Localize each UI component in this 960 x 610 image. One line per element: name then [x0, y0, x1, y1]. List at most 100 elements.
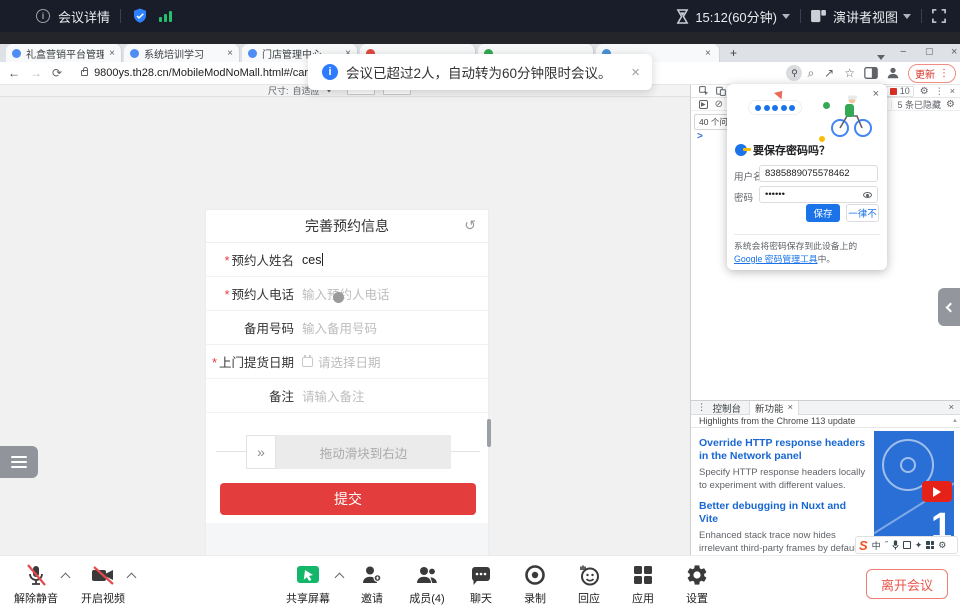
sogou-logo-icon[interactable]: S	[859, 539, 868, 552]
password-key-icon[interactable]: ⚲	[786, 65, 802, 81]
banner-close-icon[interactable]: ×	[631, 64, 640, 81]
form-row-date[interactable]: *上门提货日期 请选择日期	[206, 345, 488, 379]
meeting-notification-banner: i 会议已超过2人，自动转为60分钟限时会议。 ×	[308, 54, 652, 90]
username-input[interactable]: 8385889075578462	[759, 165, 878, 182]
password-input[interactable]: ••••••	[759, 186, 878, 203]
wn-body: Specify HTTP response headers locally to…	[699, 467, 867, 492]
ime-skin-icon[interactable]: ✦	[915, 540, 923, 551]
submit-button[interactable]: 提交	[220, 483, 476, 515]
zoom-icon[interactable]: ⌕	[807, 66, 814, 81]
wn-heading-link[interactable]: Override HTTP response headers in the Ne…	[699, 437, 867, 463]
tab-favicon	[248, 49, 257, 58]
issues-badge[interactable]: 10	[886, 86, 914, 97]
ime-mic-icon[interactable]	[892, 540, 899, 550]
form-row-backup[interactable]: 备用号码 输入备用号码	[206, 311, 488, 345]
whats-new-thumbnail[interactable]: 1	[874, 431, 954, 541]
show-password-eye-icon[interactable]	[863, 192, 872, 198]
console-play-icon[interactable]: ▶	[699, 100, 708, 109]
form-row-phone[interactable]: *预约人电话 输入预约人电话	[206, 277, 488, 311]
view-mode-label[interactable]: 演讲者视图	[833, 7, 898, 26]
leave-meeting-button[interactable]: 离开会议	[866, 569, 948, 599]
slider-handle[interactable]: »	[246, 435, 276, 469]
security-shield-icon[interactable]	[131, 7, 149, 25]
whats-new-panel: ⋮ 控制台 新功能 × × Highlights from the Chrome…	[691, 400, 960, 555]
console-settings-icon[interactable]: ⚙	[946, 99, 955, 110]
devtools-menu-icon[interactable]: ⋮	[935, 86, 944, 97]
window-close-button[interactable]: ×	[951, 46, 957, 58]
view-layout-icon	[811, 10, 826, 23]
password-manager-link[interactable]: Google 密码管理工具	[734, 254, 818, 264]
browser-tab[interactable]: 礼盒营销平台管理中心 ×	[6, 44, 122, 62]
tab-whats-new[interactable]: 新功能 ×	[749, 401, 799, 415]
banner-text: 会议已超过2人，自动转为60分钟限时会议。	[346, 62, 612, 82]
ime-lang-button[interactable]: 中	[872, 539, 881, 552]
date-input[interactable]: 请选择日期	[302, 352, 381, 371]
ime-keyboard-icon[interactable]	[903, 541, 911, 549]
window-maximize-button[interactable]: ▢	[925, 46, 934, 57]
slider-hint: 拖动滑块到右边	[276, 435, 451, 469]
devtools-close-icon[interactable]: ×	[950, 86, 955, 96]
tab-favicon	[12, 49, 21, 58]
tab-close-icon[interactable]: ×	[705, 48, 711, 59]
browser-tab[interactable]: 系统培训学习 ×	[124, 44, 240, 62]
side-panel-icon[interactable]	[864, 67, 878, 79]
google-key-icon	[735, 144, 747, 156]
device-toggle-icon[interactable]	[716, 86, 726, 96]
chevron-left-icon	[946, 302, 956, 312]
view-caret-icon[interactable]	[903, 14, 911, 19]
wn-heading-link[interactable]: Better debugging in Nuxt and Vite	[699, 500, 867, 526]
backup-input[interactable]: 输入备用号码	[302, 318, 377, 337]
fullscreen-icon[interactable]	[932, 9, 946, 23]
page-scrollbar-thumb[interactable]	[487, 419, 491, 447]
phone-input[interactable]: 输入预约人电话	[302, 284, 390, 303]
form-row-remark[interactable]: 备注 请输入备注	[206, 379, 488, 413]
wn-body: Enhanced stack trace now hides irrelevan…	[699, 530, 867, 555]
share-icon[interactable]: ↗	[824, 66, 834, 80]
console-prompt[interactable]: >	[697, 131, 703, 142]
inspect-icon[interactable]	[699, 86, 709, 96]
profile-avatar-icon[interactable]	[886, 66, 900, 80]
dialog-close-icon[interactable]: ×	[873, 88, 879, 100]
never-save-button[interactable]: 一律不	[846, 204, 879, 222]
reload-icon[interactable]: ⟳	[52, 66, 62, 80]
window-minimize-button[interactable]: −	[900, 46, 906, 58]
scroll-up-icon[interactable]: ▲	[952, 418, 958, 424]
dialog-footer-text: 系统会将密码保存到此设备上的 Google 密码管理工具中。	[734, 234, 880, 266]
dialog-title: 要保存密码吗？	[753, 142, 830, 158]
new-tab-button[interactable]: +	[730, 46, 737, 60]
save-password-button[interactable]: 保存	[806, 204, 840, 222]
decor-triangle	[774, 88, 786, 100]
meeting-details-button[interactable]: i 会议详情	[36, 7, 110, 26]
console-clear-icon[interactable]: ⊘	[715, 99, 723, 110]
annotation-toolbar-handle[interactable]	[0, 446, 38, 478]
settings-button[interactable]: 设置	[665, 562, 729, 606]
ime-toolbox-icon[interactable]	[926, 541, 934, 549]
bookmark-star-icon[interactable]: ☆	[844, 66, 855, 80]
ime-punct-icon[interactable]: ˝	[885, 540, 888, 550]
share-screen-icon	[295, 563, 321, 587]
tab-console[interactable]: 控制台	[713, 401, 742, 415]
undo-icon[interactable]: ↺	[464, 217, 476, 234]
youtube-play-icon[interactable]	[922, 481, 952, 502]
remark-input[interactable]: 请输入备注	[302, 386, 365, 405]
tab-close-icon[interactable]: ×	[227, 48, 233, 59]
tab-close-icon[interactable]: ×	[788, 402, 794, 413]
panel-menu-icon[interactable]: ⋮	[697, 402, 707, 413]
name-input[interactable]: ces	[302, 253, 323, 267]
dialog-title-row: 要保存密码吗？	[735, 142, 830, 158]
panel-close-icon[interactable]: ×	[948, 402, 954, 413]
ime-settings-icon[interactable]: ⚙	[938, 540, 946, 551]
unmute-button[interactable]: 解除静音	[4, 562, 68, 606]
timer-caret-icon[interactable]	[782, 14, 790, 19]
start-video-button[interactable]: 开启视频	[71, 562, 135, 606]
devtools-settings-icon[interactable]: ⚙	[920, 86, 929, 97]
share-screen-button[interactable]: 共享屏幕	[276, 562, 340, 606]
expand-panel-handle[interactable]	[938, 288, 960, 326]
tab-close-icon[interactable]: ×	[109, 48, 115, 59]
whats-new-subtitle-row: Highlights from the Chrome 113 update ▲	[691, 415, 960, 428]
back-icon[interactable]: ←	[8, 66, 20, 80]
network-signal-icon[interactable]	[159, 10, 174, 22]
chrome-update-button[interactable]: 更新 ⋮	[908, 64, 956, 83]
forward-icon[interactable]: →	[30, 66, 42, 80]
form-row-name[interactable]: *预约人姓名 ces	[206, 243, 488, 277]
